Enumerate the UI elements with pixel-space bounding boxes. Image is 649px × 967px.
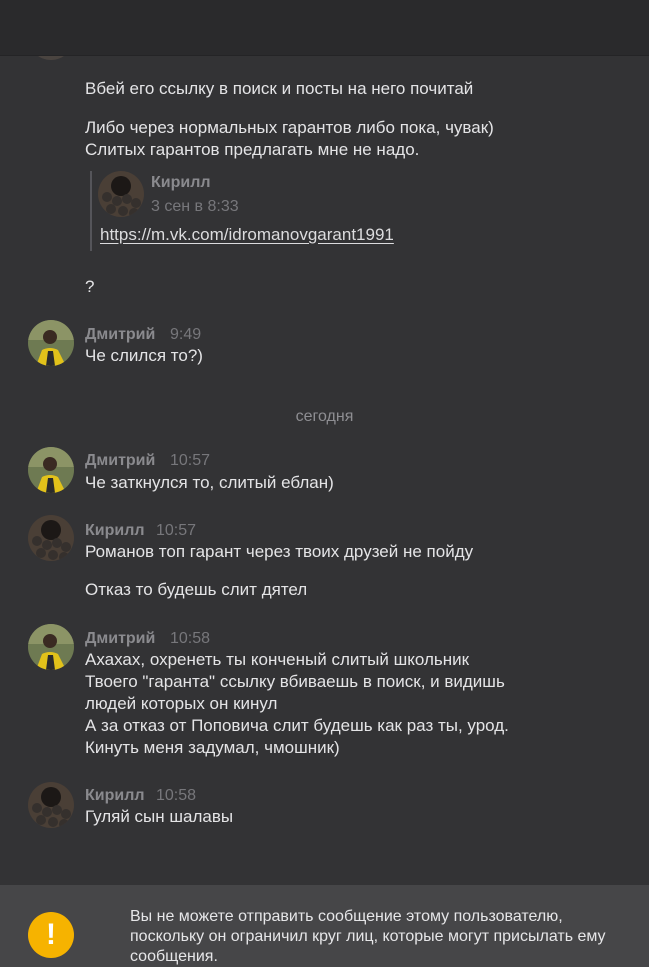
message-text: Кинуть меня задумал, чмошник) (85, 738, 340, 757)
avatar[interactable] (28, 14, 74, 60)
avatar-dmitry[interactable] (28, 624, 74, 670)
message-time: 10:58 (170, 630, 211, 647)
quote-date: 3 сен в 8:33 (151, 198, 239, 215)
quote-bar (90, 171, 92, 251)
chat-title-block[interactable]: Кирилл Иванчук online (0, 7, 649, 49)
sender-name[interactable]: Кирилл (85, 787, 145, 805)
message-text: Слитых гарантов предлагать мне не надо. (85, 140, 420, 159)
sender-name[interactable]: Дмитрий (85, 630, 155, 648)
message-text: Романов топ гарант через твоих друзей не… (85, 542, 474, 561)
sender-name[interactable]: Кирилл (85, 522, 145, 540)
restriction-notice: ! Вы не можете отправить сообщение этому… (0, 885, 649, 967)
chat-title: Кирилл Иванчук (255, 7, 394, 26)
message-text: А за отказ от Поповича слит будешь как р… (85, 716, 509, 735)
search-icon[interactable] (518, 14, 542, 38)
message-time: 10:57 (170, 452, 211, 469)
avatar-dmitry[interactable] (28, 320, 74, 366)
avatar-kirill[interactable] (28, 515, 74, 561)
avatar-kirill[interactable] (28, 782, 74, 828)
message-text: Твоего "гаранта" ссылку вбиваешь в поиск… (85, 672, 505, 691)
online-status: online (0, 31, 649, 49)
message-text: Отказ то будешь слит дятел (85, 580, 308, 599)
sender-name[interactable]: Дмитрий (85, 326, 155, 344)
more-icon[interactable] (562, 14, 590, 36)
quote-avatar[interactable] (98, 171, 144, 217)
message-text: Че слился то?) (85, 346, 203, 365)
status-text: online (297, 31, 340, 48)
mobile-icon (344, 33, 352, 45)
message-text: Ахахах, охренеть ты конченый слитый школ… (85, 650, 470, 669)
message-time: 9:49 (170, 326, 202, 343)
avatar-dmitry[interactable] (28, 447, 74, 493)
chat-header: Назад Кирилл Иванчук online (0, 0, 649, 56)
restriction-text: Вы не можете отправить сообщение этому п… (130, 908, 606, 965)
sender-name[interactable]: Дмитрий (85, 452, 155, 470)
header-avatar[interactable] (613, 6, 649, 46)
message-text: Либо через нормальных гарантов либо пока… (85, 118, 494, 137)
message-text: Вбей его ссылку в поиск и посты на него … (85, 79, 474, 98)
message-text: ? (85, 277, 95, 296)
message-text: Че заткнулся то, слитый еблан) (85, 473, 334, 492)
warning-icon: ! (28, 912, 74, 958)
day-divider: сегодня (295, 408, 354, 425)
message-time: 10:58 (156, 787, 197, 804)
message-time: 10:57 (156, 522, 197, 539)
quote-link[interactable]: https://m.vk.com/idromanovgarant1991 (100, 225, 394, 245)
message-text: людей которых он кинул (85, 694, 278, 713)
quote-author[interactable]: Кирилл (151, 174, 211, 192)
message-text: Гуляй сын шалавы (85, 807, 234, 826)
